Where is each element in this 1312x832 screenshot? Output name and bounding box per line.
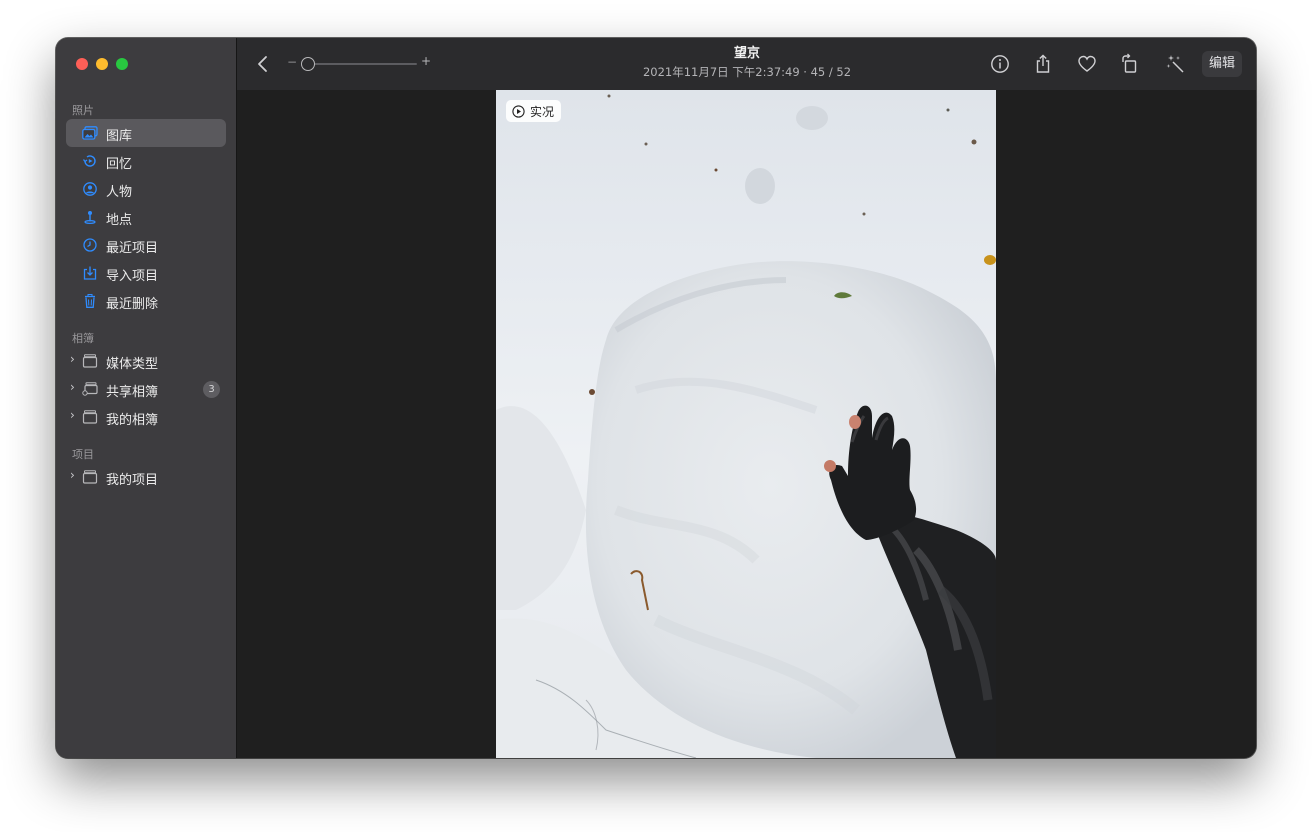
sidebar-item-label: 共享相簿 (106, 385, 159, 400)
close-window-button[interactable] (76, 58, 88, 70)
folder-icon (82, 410, 98, 424)
sidebar-item-recents[interactable]: 最近项目 (66, 231, 226, 259)
photo-date-subtitle: 2021年11月7日 下午2:37:49 · 45 / 52 (642, 65, 852, 79)
sidebar-item-label: 人物 (106, 185, 133, 200)
chevron-right-icon[interactable]: › (70, 352, 75, 366)
section-header-photos: 照片 (72, 104, 94, 117)
chevron-right-icon[interactable]: › (70, 380, 75, 394)
photo-viewer: 实况 (237, 90, 1256, 758)
live-photo-badge[interactable]: 实况 (506, 100, 562, 122)
zoom-slider-knob[interactable] (301, 57, 315, 71)
sidebar-item-memories[interactable]: 回忆 (66, 147, 226, 175)
recents-icon (83, 238, 97, 252)
places-icon (84, 211, 96, 224)
imports-icon (83, 266, 97, 280)
zoom-slider[interactable]: − + (287, 54, 431, 72)
zoom-slider-track[interactable] (307, 63, 417, 65)
photos-window: 照片 图库 回忆 人物 地点 最近项目 导入项目 最近删除 相簿 › 媒体类型 … (56, 38, 1256, 758)
auto-enhance-magic-wand-icon[interactable] (1165, 53, 1187, 75)
sidebar-item-library[interactable]: 图库 (66, 119, 226, 147)
toolbar: − + 望京 2021年11月7日 下午2:37:49 · 45 / 52 编辑 (237, 38, 1256, 90)
rotate-icon[interactable] (1119, 53, 1141, 75)
sidebar-item-label: 最近项目 (106, 241, 159, 256)
section-header-albums: 相簿 (72, 332, 94, 345)
fullscreen-window-button[interactable] (116, 58, 128, 70)
photo-title-block: 望京 2021年11月7日 下午2:37:49 · 45 / 52 (597, 46, 897, 80)
sidebar-item-label: 地点 (106, 213, 133, 228)
back-icon[interactable] (255, 54, 271, 74)
sidebar-item-label: 我的项目 (106, 473, 159, 488)
sidebar-item-label: 媒体类型 (106, 357, 159, 372)
people-icon (83, 182, 97, 196)
sidebar-item-recently-deleted[interactable]: 最近删除 (66, 287, 226, 315)
sidebar-item-label: 我的相簿 (106, 413, 159, 428)
share-icon[interactable] (1032, 53, 1054, 75)
window-controls (76, 58, 128, 70)
sidebar-item-label: 图库 (106, 129, 133, 144)
live-photo-label: 实况 (530, 104, 555, 119)
minimize-window-button[interactable] (96, 58, 108, 70)
sidebar-item-people[interactable]: 人物 (66, 175, 226, 203)
favorite-heart-icon[interactable] (1076, 53, 1098, 75)
section-header-projects: 项目 (72, 448, 94, 461)
sidebar-item-imports[interactable]: 导入项目 (66, 259, 226, 287)
sidebar-item-my-projects[interactable]: › 我的项目 (66, 463, 226, 491)
zoom-in-label: + (421, 54, 432, 68)
shared-albums-count-badge: 3 (203, 381, 220, 398)
folder-icon (82, 470, 98, 484)
edit-button[interactable]: 编辑 (1202, 51, 1242, 77)
sidebar-item-media-types[interactable]: › 媒体类型 (66, 347, 226, 375)
chevron-right-icon[interactable]: › (70, 468, 75, 482)
folder-icon (82, 354, 98, 368)
chevron-right-icon[interactable]: › (70, 408, 75, 422)
sidebar-item-label: 导入项目 (106, 269, 159, 284)
sidebar: 照片 图库 回忆 人物 地点 最近项目 导入项目 最近删除 相簿 › 媒体类型 … (56, 38, 237, 758)
snowball-photo-illustration (496, 94, 996, 758)
zoom-out-label: − (287, 55, 298, 69)
photo-image[interactable]: 实况 (496, 90, 996, 758)
sidebar-item-label: 回忆 (106, 157, 133, 172)
sidebar-item-my-albums[interactable]: › 我的相簿 (66, 403, 226, 431)
photo-location-title: 望京 (733, 46, 760, 61)
live-photo-play-icon (512, 104, 525, 118)
shared-folder-icon (82, 382, 98, 396)
info-icon[interactable] (989, 53, 1011, 75)
trash-icon (85, 294, 95, 308)
sidebar-item-shared-albums[interactable]: › 共享相簿 3 (66, 375, 226, 403)
memories-icon (82, 155, 96, 167)
sidebar-item-label: 最近删除 (106, 297, 159, 312)
sidebar-item-places[interactable]: 地点 (66, 203, 226, 231)
photo-library-icon (82, 126, 98, 140)
